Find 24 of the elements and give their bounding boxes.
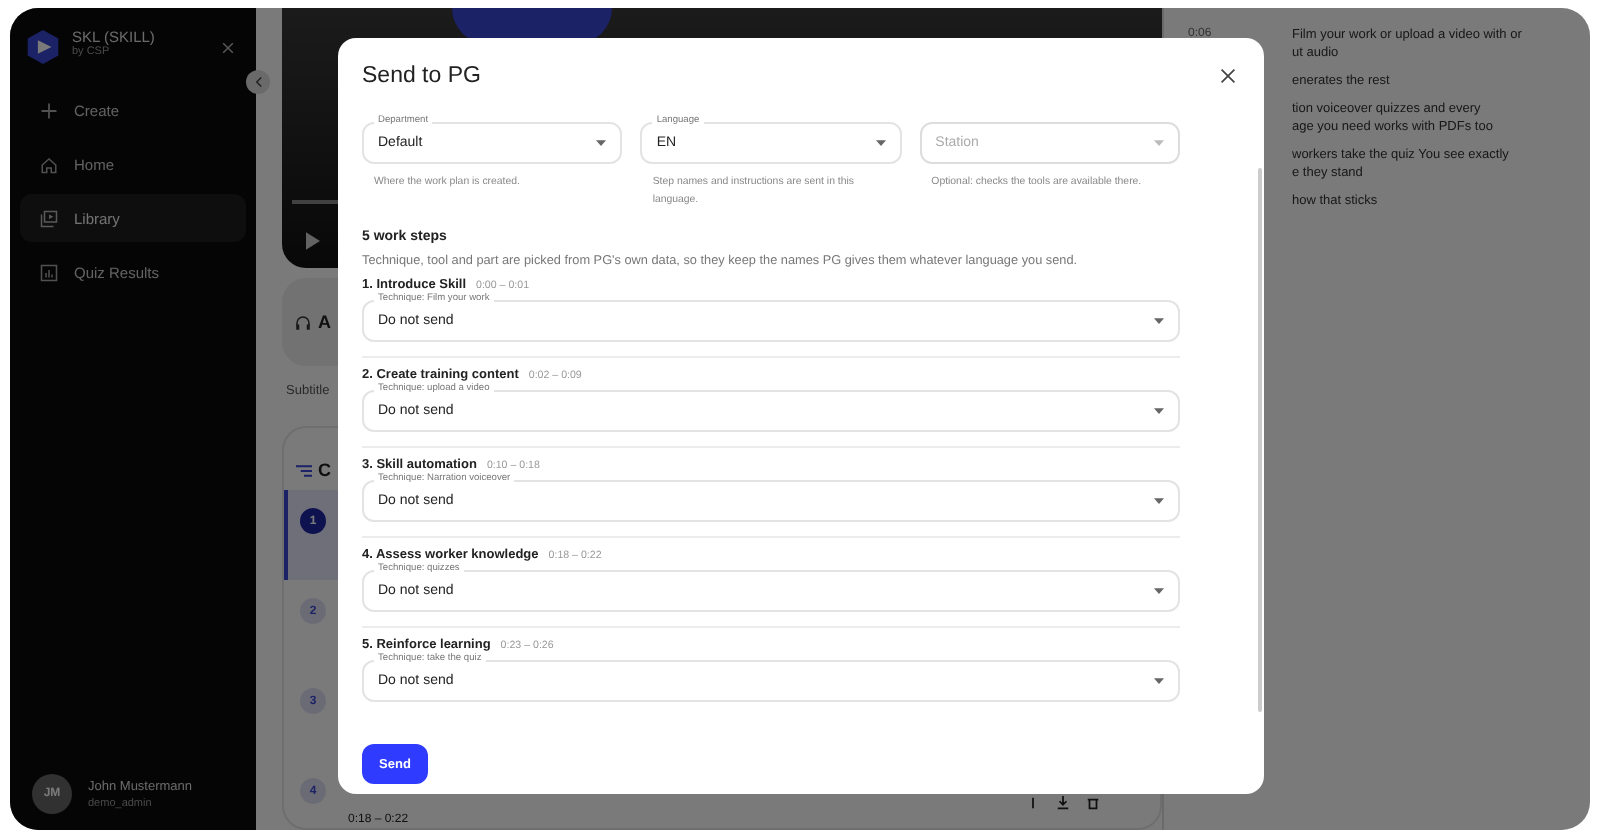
caret-icon: [1154, 497, 1164, 505]
caret-icon: [875, 139, 886, 147]
plus-icon: [40, 101, 58, 119]
video-library-icon: [40, 209, 58, 227]
audio-title: A: [318, 312, 331, 332]
trash-icon[interactable]: [1086, 796, 1100, 810]
line-icon[interactable]: [1026, 796, 1040, 810]
caret-icon: [1154, 317, 1164, 325]
caret-icon: [1154, 677, 1164, 685]
caret-icon: [1154, 407, 1164, 415]
home-icon: [40, 155, 58, 173]
caret-icon: [1154, 587, 1164, 595]
caret-icon: [596, 139, 607, 147]
download-icon[interactable]: [1056, 796, 1070, 810]
chart-icon: [40, 263, 58, 281]
caret-icon: [1153, 139, 1164, 147]
chevron-icon: [253, 76, 263, 88]
headphones-icon: [294, 313, 312, 331]
chapters-title: C: [318, 460, 331, 480]
close-icon[interactable]: [1220, 68, 1236, 84]
list-icon: [296, 463, 312, 477]
logo-icon: [26, 28, 60, 66]
play-icon[interactable]: [306, 232, 320, 250]
dialog-title: Send to PG: [362, 64, 481, 88]
